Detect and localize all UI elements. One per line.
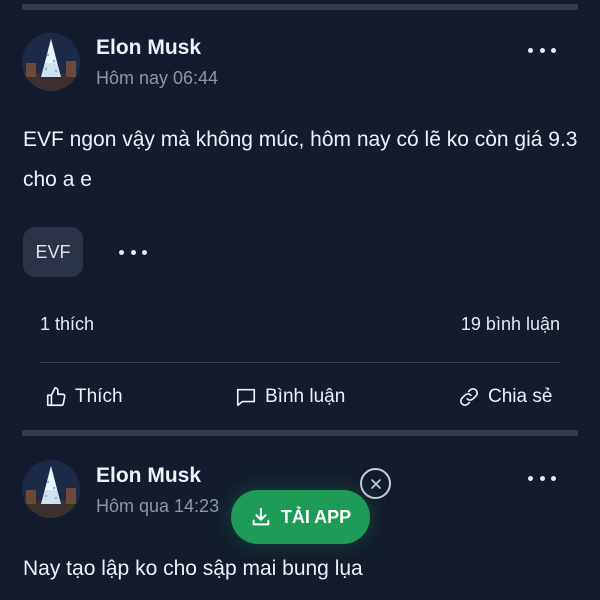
author-name[interactable]: Elon Musk [96, 464, 201, 488]
post-time: Hôm qua 14:23 [96, 496, 220, 516]
comment-count[interactable]: 19 bình luận [461, 314, 560, 335]
tag-more-button[interactable] [119, 244, 147, 260]
download-app-button[interactable]: TẢI APP [231, 490, 370, 544]
stats-divider [40, 362, 560, 363]
more-icon-dot [539, 475, 545, 481]
post-divider [22, 4, 578, 10]
comment-button[interactable]: Bình luận [235, 384, 345, 410]
comment-icon [236, 388, 256, 407]
like-button[interactable]: Thích [45, 384, 123, 410]
more-icon-dot [539, 47, 545, 53]
post-content: Nay tạo lập ko cho sập mai bung lụa [23, 557, 363, 580]
download-icon [252, 507, 270, 526]
post-divider [22, 430, 578, 436]
more-options-button[interactable] [528, 42, 556, 58]
post-content: EVF ngon vậy mà không múc, hôm nay có lẽ… [23, 128, 578, 191]
comment-label: Bình luận [265, 386, 346, 407]
more-icon-dot [551, 475, 556, 481]
tag-chip[interactable]: EVF [23, 227, 83, 277]
close-icon [370, 478, 381, 489]
avatar[interactable] [22, 33, 80, 91]
christmas-tree-avatar-image [22, 33, 80, 91]
close-banner-button[interactable] [360, 468, 391, 499]
more-icon [528, 47, 533, 53]
download-app-label: TẢI APP [280, 506, 352, 527]
post-time: Hôm nay 06:44 [96, 68, 219, 88]
like-label: Thích [75, 386, 123, 407]
more-icon-dot [142, 249, 147, 255]
more-icon [528, 475, 533, 481]
like-icon [46, 387, 66, 407]
share-icon [460, 388, 478, 406]
like-count[interactable]: 1 thích [40, 314, 94, 335]
christmas-tree-avatar-image [22, 460, 80, 518]
share-label: Chia sẻ [488, 386, 553, 407]
more-options-button[interactable] [528, 470, 556, 486]
author-name[interactable]: Elon Musk [96, 36, 201, 60]
share-button[interactable]: Chia sẻ [458, 384, 552, 410]
more-icon [119, 249, 124, 255]
avatar[interactable] [22, 460, 80, 518]
more-icon-dot [130, 249, 136, 255]
more-icon-dot [551, 47, 556, 53]
